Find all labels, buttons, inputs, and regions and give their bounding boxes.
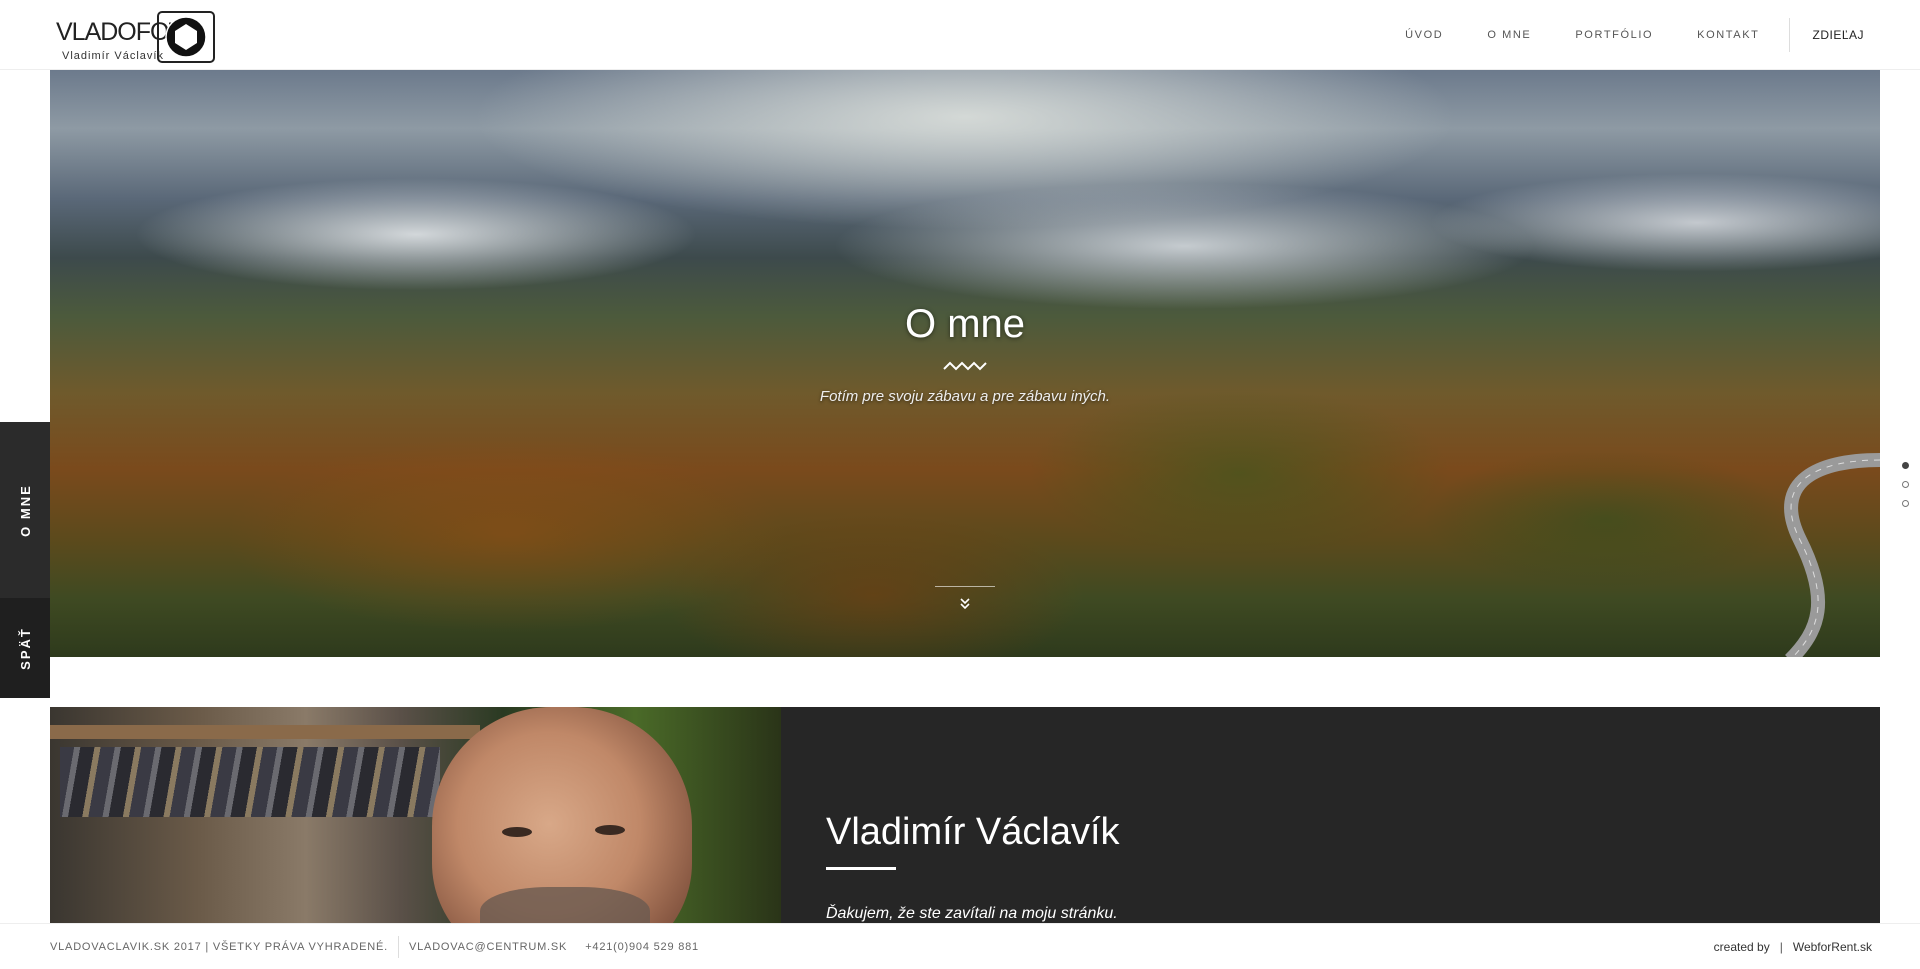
footer-email[interactable]: VLADOVAC@CENTRUM.SK bbox=[409, 941, 567, 953]
nav-item-kontakt[interactable]: KONTAKT bbox=[1697, 29, 1759, 41]
section-dot-3[interactable] bbox=[1902, 500, 1909, 507]
creator-link[interactable]: WebforRent.sk bbox=[1793, 940, 1872, 954]
footer-divider bbox=[398, 935, 399, 958]
hero-road-graphic bbox=[1784, 453, 1880, 657]
about-section: Vladimír Václavík Ďakujem, že ste zavíta… bbox=[50, 707, 1880, 923]
side-tab-current-section[interactable]: O MNE bbox=[0, 422, 50, 598]
section-dot-1[interactable] bbox=[1902, 462, 1909, 469]
created-by-separator: | bbox=[1779, 939, 1783, 954]
portrait-books bbox=[60, 747, 440, 817]
double-chevron-down-icon[interactable] bbox=[957, 596, 973, 615]
about-divider bbox=[826, 867, 896, 870]
site-header: VLADOFOT Vladimír Václavík ÚVOD O MNE PO… bbox=[0, 0, 1920, 70]
hero-title: O mne bbox=[904, 302, 1026, 346]
nav-item-o-mne[interactable]: O MNE bbox=[1487, 29, 1531, 41]
back-label: SPÄŤ bbox=[17, 626, 33, 670]
share-button[interactable]: ZDIEĽAJ bbox=[1812, 28, 1864, 42]
section-dots-nav bbox=[1902, 462, 1910, 519]
footer-copyright: VLADOVACLAVIK.SK 2017 | VŠETKY PRÁVA VYH… bbox=[50, 940, 388, 953]
camera-aperture-icon bbox=[157, 11, 215, 63]
side-tab-back[interactable]: SPÄŤ bbox=[0, 598, 50, 698]
hero-subtitle: Fotím pre svoju zábavu a pre zábavu inýc… bbox=[819, 388, 1111, 405]
about-name: Vladimír Václavík bbox=[826, 811, 1120, 853]
side-tab-label: O MNE bbox=[17, 483, 33, 537]
portrait-eye-left bbox=[502, 827, 532, 837]
created-by-label: created by bbox=[1713, 939, 1770, 954]
portrait-beard bbox=[480, 887, 650, 923]
main-nav: ÚVOD O MNE PORTFÓLIO KONTAKT ZDIEĽAJ bbox=[1361, 0, 1864, 70]
nav-item-portfolio[interactable]: PORTFÓLIO bbox=[1575, 29, 1653, 41]
nav-divider bbox=[1789, 18, 1791, 52]
wave-divider-icon bbox=[943, 361, 987, 371]
logo-subtitle: Vladimír Václavík bbox=[62, 50, 164, 62]
site-logo[interactable]: VLADOFOT Vladimír Václavík bbox=[56, 10, 226, 64]
portrait-shelf bbox=[50, 725, 480, 739]
site-footer: VLADOVACLAVIK.SK 2017 | VŠETKY PRÁVA VYH… bbox=[0, 923, 1920, 969]
portrait-eye-right bbox=[595, 825, 625, 835]
portrait-photo bbox=[50, 707, 781, 923]
hero-banner: O mne Fotím pre svoju zábavu a pre zábav… bbox=[50, 70, 1880, 657]
nav-item-uvod[interactable]: ÚVOD bbox=[1405, 29, 1443, 41]
section-dot-2[interactable] bbox=[1902, 481, 1909, 488]
hero-scroll-line bbox=[935, 586, 995, 587]
footer-phone[interactable]: +421(0)904 529 881 bbox=[585, 941, 699, 953]
about-intro: Ďakujem, že ste zavítali na moju stránku… bbox=[826, 905, 1118, 922]
